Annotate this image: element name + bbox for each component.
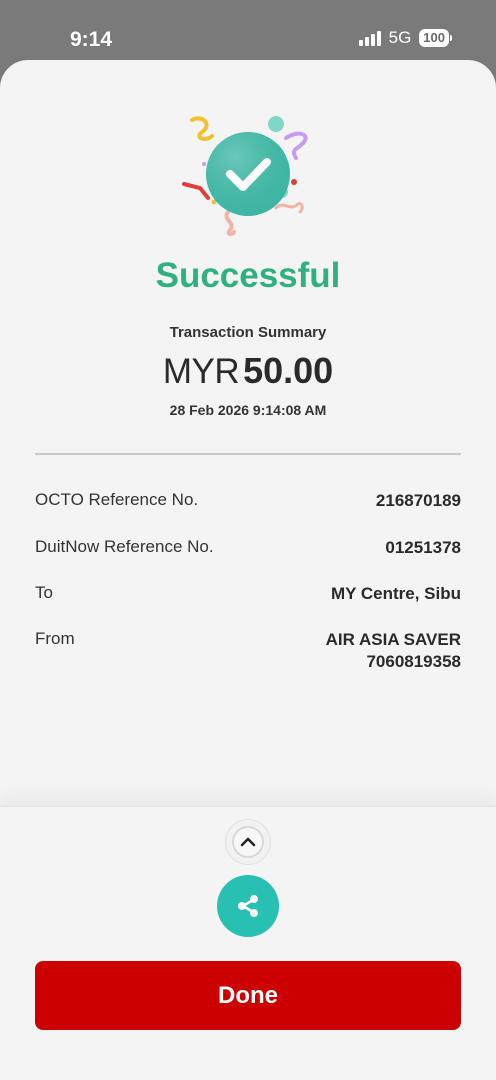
collapse-button[interactable] — [225, 819, 271, 865]
done-button[interactable]: Done — [35, 961, 461, 1030]
chevron-up-icon — [240, 837, 256, 847]
detail-label: To — [35, 583, 53, 602]
detail-label: DuitNow Reference No. — [35, 537, 214, 556]
receipt-sheet: Successful Transaction Summary MYR 50.00 … — [0, 60, 496, 1080]
battery-icon: 100 — [419, 29, 452, 47]
detail-label: OCTO Reference No. — [35, 490, 199, 509]
action-panel: Done — [0, 806, 496, 1080]
status-title: Successful — [155, 256, 341, 295]
signal-icon — [358, 30, 381, 46]
status-time: 9:14 — [70, 28, 113, 51]
amount-value: 50.00 — [243, 350, 334, 391]
summary-label: Transaction Summary — [169, 324, 327, 341]
from-account-name: AIR ASIA SAVER — [325, 630, 461, 649]
amount: MYR 50.00 — [0, 350, 496, 392]
detail-value: MY Centre, Sibu — [330, 584, 461, 603]
share-button[interactable] — [217, 875, 279, 937]
from-account-number: 7060819358 — [366, 652, 461, 671]
detail-value: 01251378 — [385, 538, 461, 557]
detail-label: From — [35, 629, 75, 648]
network-type: 5G — [388, 28, 412, 47]
share-icon — [238, 895, 258, 917]
divider — [35, 453, 461, 455]
detail-value: 216870189 — [375, 491, 461, 510]
transaction-datetime: 28 Feb 2026 9:14:08 AM — [169, 402, 327, 418]
battery-level: 100 — [419, 29, 449, 47]
amount-currency: MYR — [162, 352, 240, 391]
detail-value-from: AIR ASIA SAVER 7060819358 — [326, 629, 461, 673]
success-check-icon — [182, 116, 308, 237]
